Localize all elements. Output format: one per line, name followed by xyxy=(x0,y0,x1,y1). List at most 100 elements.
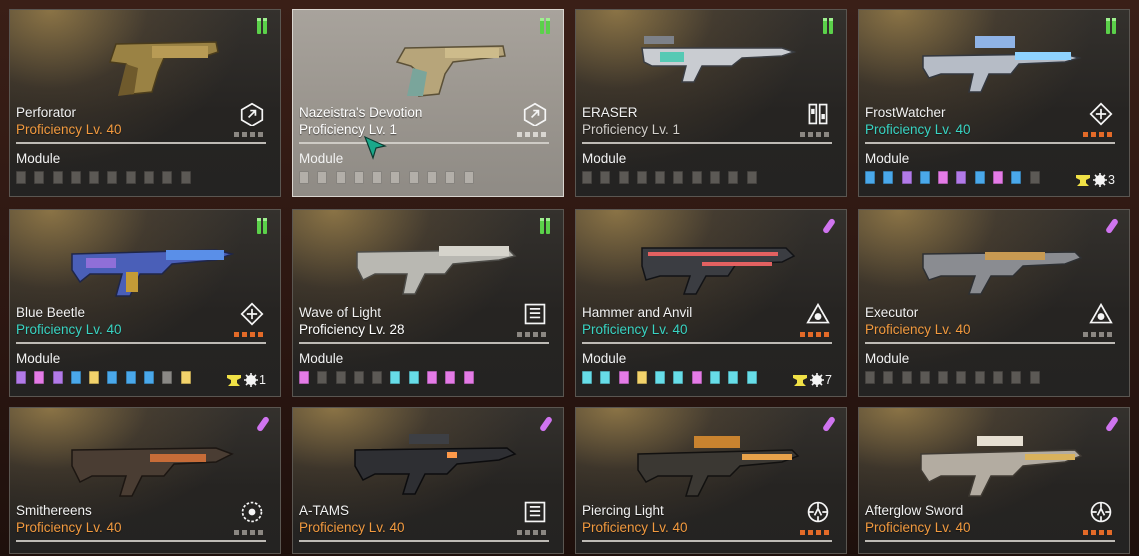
module-slot[interactable] xyxy=(463,371,474,384)
module-slot[interactable] xyxy=(582,171,592,184)
weapon-name: Smithereens xyxy=(16,503,92,518)
module-slots xyxy=(16,371,199,385)
module-slot[interactable] xyxy=(710,171,721,184)
module-slot[interactable] xyxy=(144,371,155,384)
module-slot[interactable] xyxy=(16,171,26,184)
module-slot[interactable] xyxy=(390,371,401,384)
tier-pip xyxy=(234,530,239,535)
module-slot[interactable] xyxy=(746,371,757,384)
module-slot[interactable] xyxy=(34,371,45,384)
module-slot[interactable] xyxy=(162,371,173,384)
module-slot[interactable] xyxy=(691,371,702,384)
module-slot[interactable] xyxy=(125,171,136,184)
module-slot[interactable] xyxy=(673,371,684,384)
module-slot[interactable] xyxy=(89,371,100,384)
module-slot[interactable] xyxy=(463,171,474,184)
module-slot[interactable] xyxy=(974,171,985,184)
module-slot[interactable] xyxy=(956,371,967,384)
module-slot[interactable] xyxy=(636,371,647,384)
module-slot[interactable] xyxy=(691,171,702,184)
module-slot[interactable] xyxy=(335,171,346,184)
weapon-card[interactable]: FrostWatcher Proficiency Lv. 40 Module 3 xyxy=(858,9,1130,197)
module-slot[interactable] xyxy=(582,371,592,384)
module-slot[interactable] xyxy=(353,371,364,384)
module-slot[interactable] xyxy=(636,171,647,184)
module-slot[interactable] xyxy=(1011,171,1022,184)
module-slot[interactable] xyxy=(372,371,383,384)
module-slot[interactable] xyxy=(655,171,666,184)
module-slot[interactable] xyxy=(618,171,629,184)
module-slot[interactable] xyxy=(144,171,155,184)
tier-pip xyxy=(517,530,522,535)
module-slot[interactable] xyxy=(317,371,328,384)
module-slot[interactable] xyxy=(390,171,401,184)
capacity-value: 3 xyxy=(1108,172,1115,187)
module-slot[interactable] xyxy=(34,171,45,184)
weapon-card[interactable]: A-TAMS Proficiency Lv. 40 xyxy=(292,407,564,554)
module-slot[interactable] xyxy=(883,171,894,184)
weapon-card[interactable]: Afterglow Sword Proficiency Lv. 40 xyxy=(858,407,1130,554)
weapon-card[interactable]: Hammer and Anvil Proficiency Lv. 40 Module… xyxy=(575,209,847,397)
module-slot[interactable] xyxy=(883,371,894,384)
module-slot[interactable] xyxy=(673,171,684,184)
weapon-image xyxy=(356,246,517,295)
module-slot[interactable] xyxy=(919,371,930,384)
module-slot[interactable] xyxy=(162,171,173,184)
module-slot[interactable] xyxy=(70,371,81,384)
module-slot[interactable] xyxy=(728,371,739,384)
module-slot[interactable] xyxy=(1011,371,1022,384)
module-slot[interactable] xyxy=(180,171,191,184)
module-slot[interactable] xyxy=(107,171,118,184)
weapon-card[interactable]: Blue Beetle Proficiency Lv. 40 Module 1 xyxy=(9,209,281,397)
module-slot[interactable] xyxy=(618,371,629,384)
module-slot[interactable] xyxy=(865,171,875,184)
weapon-card[interactable]: Perforator Proficiency Lv. 40 Module xyxy=(9,9,281,197)
weapon-card[interactable]: Smithereens Proficiency Lv. 40 xyxy=(9,407,281,554)
module-slot[interactable] xyxy=(938,171,949,184)
module-slot[interactable] xyxy=(180,371,191,384)
module-slot[interactable] xyxy=(427,371,438,384)
module-slot[interactable] xyxy=(299,171,309,184)
module-slot[interactable] xyxy=(427,171,438,184)
module-slot[interactable] xyxy=(1029,171,1040,184)
weapon-card[interactable]: Piercing Light Proficiency Lv. 40 xyxy=(575,407,847,554)
module-slot[interactable] xyxy=(89,171,100,184)
weapon-card[interactable]: Nazeistra's Devotion Proficiency Lv. 1 Mod… xyxy=(292,9,564,197)
module-slot[interactable] xyxy=(353,171,364,184)
module-slot[interactable] xyxy=(70,171,81,184)
module-slot[interactable] xyxy=(408,371,419,384)
module-slot[interactable] xyxy=(16,371,26,384)
module-slot[interactable] xyxy=(919,171,930,184)
module-slot[interactable] xyxy=(600,171,611,184)
module-slot[interactable] xyxy=(125,371,136,384)
proficiency-level: Proficiency Lv. 40 xyxy=(16,322,122,337)
module-slot[interactable] xyxy=(299,371,309,384)
module-slot[interactable] xyxy=(445,171,456,184)
module-slot[interactable] xyxy=(993,371,1004,384)
module-slot[interactable] xyxy=(107,371,118,384)
module-slot[interactable] xyxy=(52,371,63,384)
module-slot[interactable] xyxy=(317,171,328,184)
weapon-card[interactable]: Executor Proficiency Lv. 40 Module xyxy=(858,209,1130,397)
module-slot[interactable] xyxy=(710,371,721,384)
module-slot[interactable] xyxy=(993,171,1004,184)
module-slot[interactable] xyxy=(728,171,739,184)
module-slot[interactable] xyxy=(655,371,666,384)
module-slot[interactable] xyxy=(335,371,346,384)
module-slot[interactable] xyxy=(938,371,949,384)
module-slot[interactable] xyxy=(901,371,912,384)
module-slot[interactable] xyxy=(52,171,63,184)
module-slot[interactable] xyxy=(445,371,456,384)
module-slot[interactable] xyxy=(901,171,912,184)
module-slot[interactable] xyxy=(600,371,611,384)
module-slot[interactable] xyxy=(865,371,875,384)
module-slot[interactable] xyxy=(956,171,967,184)
module-slot[interactable] xyxy=(1029,371,1040,384)
module-slot[interactable] xyxy=(372,171,383,184)
weapon-card[interactable]: ERASER Proficiency Lv. 1 Module xyxy=(575,9,847,197)
tier-pip xyxy=(250,132,255,137)
module-slot[interactable] xyxy=(974,371,985,384)
weapon-card[interactable]: Wave of Light Proficiency Lv. 28 Module xyxy=(292,209,564,397)
module-slot[interactable] xyxy=(746,171,757,184)
module-slot[interactable] xyxy=(408,171,419,184)
